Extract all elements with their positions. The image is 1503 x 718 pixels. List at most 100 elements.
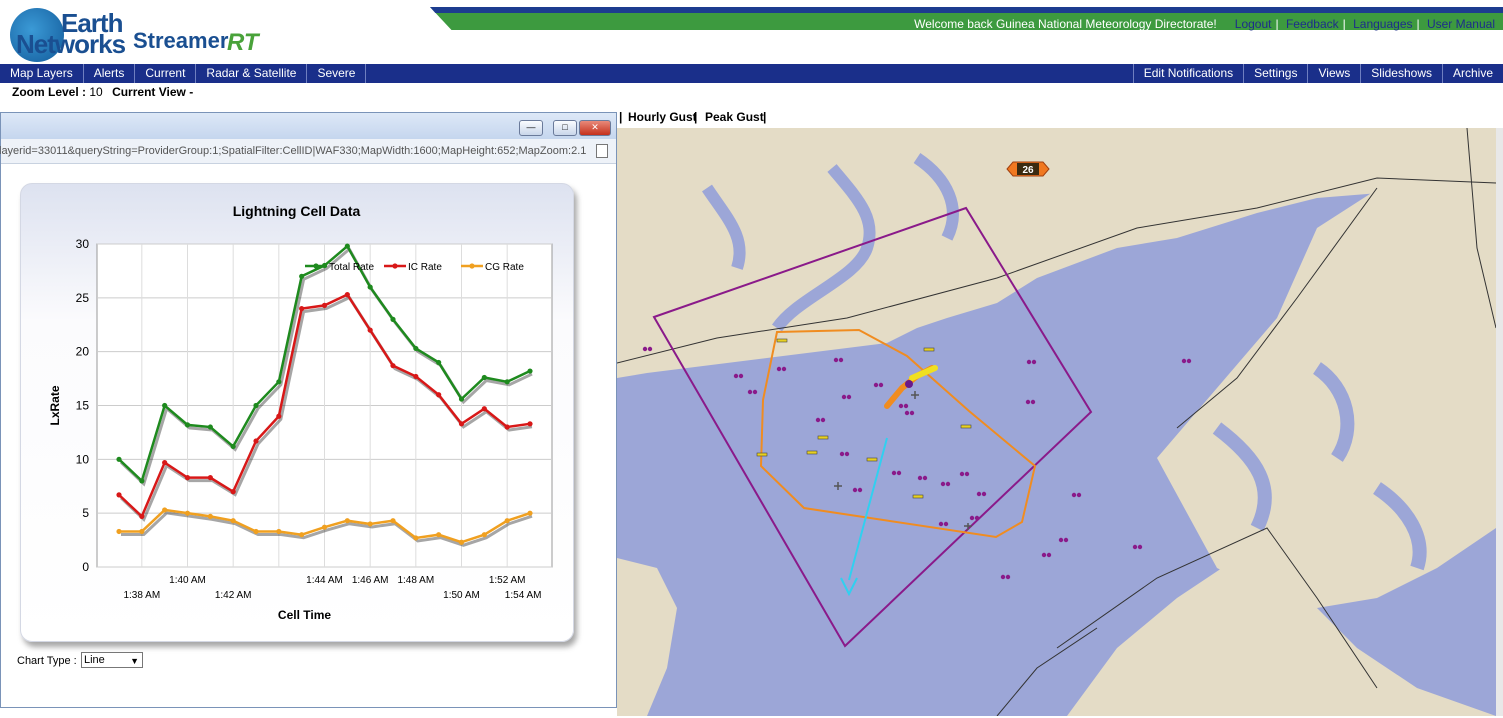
track-arrow (840, 577, 858, 597)
data-point (139, 478, 145, 484)
nav-current[interactable]: Current (135, 64, 197, 83)
data-point (253, 438, 259, 444)
data-point (184, 422, 191, 428)
plus-markers (834, 391, 972, 530)
data-point (207, 424, 213, 430)
y-tick-label: 30 (76, 237, 90, 251)
data-point (162, 507, 168, 513)
window-titlebar[interactable]: — □ ✕ (1, 113, 616, 139)
data-point (390, 316, 396, 322)
data-point (367, 284, 373, 290)
data-point (299, 532, 305, 538)
data-point (413, 535, 419, 541)
data-point (162, 402, 168, 409)
logo-line2: Networks (16, 29, 126, 59)
map-svg: 26 (617, 128, 1496, 716)
strike-markers (642, 346, 1192, 580)
map-side-handle[interactable] (1496, 128, 1503, 716)
data-point (299, 273, 305, 279)
separator: | (619, 110, 623, 124)
zoom-level-label: Zoom Level : (12, 85, 87, 99)
legend-marker (469, 263, 475, 269)
data-point (504, 518, 510, 524)
languages-link[interactable]: Languages (1353, 17, 1412, 31)
data-point (299, 306, 305, 312)
nav-map-layers[interactable]: Map Layers (0, 64, 84, 83)
nav-edit-notifications[interactable]: Edit Notifications (1132, 64, 1243, 83)
product-suffix: RT (227, 29, 259, 56)
product-name: Streamer (133, 28, 229, 53)
data-point (390, 518, 396, 524)
nav-slideshows[interactable]: Slideshows (1360, 64, 1442, 83)
data-point (230, 489, 236, 495)
land-southeast (1067, 548, 1496, 716)
nav-views[interactable]: Views (1307, 64, 1360, 83)
legend-marker (392, 263, 398, 269)
y-tick-label: 20 (76, 345, 90, 359)
data-point (184, 510, 191, 516)
data-point (207, 513, 213, 519)
data-point (527, 510, 533, 516)
nav-settings[interactable]: Settings (1243, 64, 1307, 83)
nav-radar-satellite[interactable]: Radar & Satellite (196, 64, 308, 83)
user-manual-link[interactable]: User Manual (1427, 17, 1495, 31)
data-point (276, 413, 282, 419)
window-url-bar: layerid=33011&queryString=ProviderGroup:… (0, 139, 616, 164)
x-tick-label: 1:52 AM (489, 575, 526, 586)
data-point (481, 374, 487, 381)
data-point (436, 359, 442, 366)
logout-link[interactable]: Logout (1235, 17, 1272, 31)
maximize-button[interactable]: □ (553, 120, 577, 136)
current-view-label: Current View - (112, 85, 194, 99)
data-point (116, 528, 122, 535)
data-point (367, 327, 373, 333)
separator: | (763, 110, 767, 124)
x-axis-label: Cell Time (278, 608, 331, 622)
data-point (458, 396, 465, 402)
y-tick-label: 0 (82, 560, 89, 574)
hourly-gust-layer[interactable]: Hourly Gust (628, 110, 697, 124)
data-point (436, 532, 442, 538)
zoom-level-value: 10 (89, 85, 103, 99)
data-point (527, 368, 533, 374)
zoom-status-row: Zoom Level : 10 Current View - (0, 83, 1503, 101)
data-point (139, 528, 145, 535)
peak-gust-layer[interactable]: Peak Gust (705, 110, 764, 124)
minimize-button[interactable]: — (519, 120, 543, 136)
data-point (367, 521, 373, 527)
data-point (413, 345, 419, 352)
storm-core-dot (905, 380, 913, 388)
road-badge-label: 26 (1022, 165, 1034, 176)
x-tick-label: 1:50 AM (443, 590, 480, 601)
nav-severe[interactable]: Severe (307, 64, 367, 83)
y-tick-label: 15 (76, 399, 90, 413)
data-point (481, 406, 487, 412)
x-tick-label: 1:40 AM (169, 575, 206, 586)
y-tick-label: 5 (82, 506, 89, 520)
cell-polygon-orange (759, 328, 1037, 539)
data-point (116, 492, 122, 498)
x-tick-label: 1:48 AM (397, 575, 434, 586)
map-canvas[interactable]: 26 (617, 128, 1496, 716)
feedback-link[interactable]: Feedback (1286, 17, 1339, 31)
x-tick-label: 1:44 AM (306, 575, 343, 586)
separator: | (694, 110, 698, 124)
road-badge: 26 (1006, 161, 1050, 177)
data-point (276, 379, 282, 385)
welcome-bar: Welcome back Guinea National Meteorology… (914, 17, 1495, 31)
earth-networks-logo[interactable]: Earth Networks (16, 10, 126, 59)
data-point (458, 421, 465, 427)
legend-marker (313, 263, 319, 269)
close-button[interactable]: ✕ (579, 120, 611, 136)
data-point (504, 379, 510, 385)
nav-archive[interactable]: Archive (1441, 64, 1503, 83)
x-tick-label: 1:54 AM (505, 590, 542, 601)
chart-type-select[interactable]: Line ▼ (81, 652, 143, 668)
x-tick-label: 1:42 AM (215, 590, 252, 601)
legend-label: IC Rate (408, 262, 442, 273)
data-point (230, 443, 236, 450)
lightning-chart: 0 5 10 15 20 25 30 1:40 AM 1:44 AM 1:46 AM 1:48 AM… (48, 203, 553, 622)
chart-title: Lightning Cell Data (233, 203, 361, 219)
data-point (321, 302, 328, 308)
nav-alerts[interactable]: Alerts (84, 64, 136, 83)
